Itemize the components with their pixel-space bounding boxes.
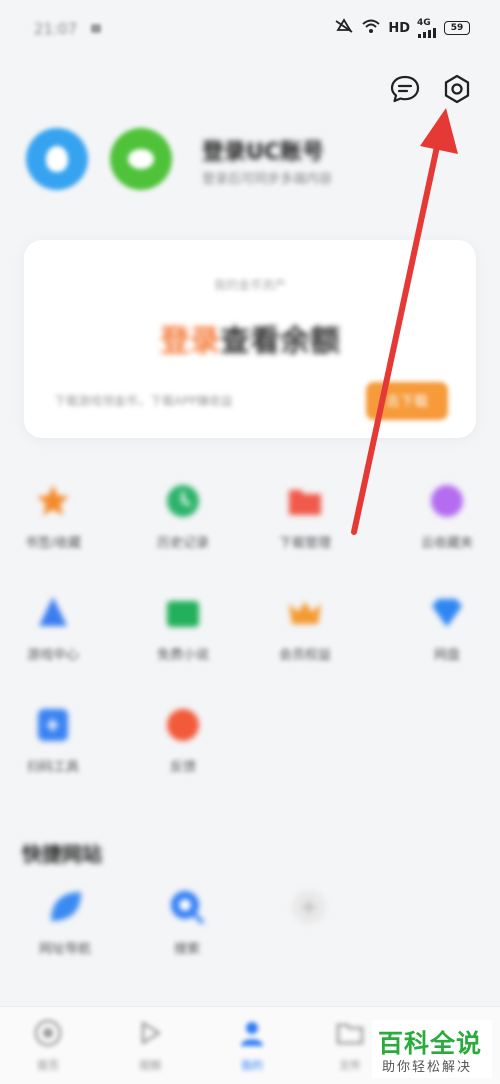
folder-icon — [336, 1019, 364, 1047]
quick-site-1[interactable]: 搜索 — [132, 888, 242, 968]
grid-item-9[interactable]: 反馈 — [128, 706, 238, 786]
diamond-icon — [428, 594, 466, 632]
grid-item-2[interactable]: 下载管理 — [250, 482, 360, 562]
grid-item-label: 游戏中心 — [26, 648, 79, 663]
grid-item-label: 反馈 — [169, 760, 196, 775]
grid-item-label: 云收藏夹 — [420, 536, 473, 551]
status-time: 21:07 — [34, 20, 78, 38]
signal-icon: 4G — [417, 17, 437, 38]
crown-icon — [286, 594, 324, 632]
login-subtitle: 登录后可同步多端内容 — [202, 172, 333, 187]
grid-item-8[interactable]: 扫码工具 — [0, 706, 108, 786]
star-icon — [34, 482, 72, 520]
grid-item-5[interactable]: 免费小说 — [128, 594, 238, 674]
signal-label: 4G — [417, 17, 431, 28]
watermark-subtitle: 助你轻松解决 — [382, 1060, 473, 1075]
grid-item-6[interactable]: 会员权益 — [250, 594, 360, 674]
grid-item-0[interactable]: 书签/收藏 — [0, 482, 108, 562]
circle-icon — [164, 706, 202, 744]
nav-item-1[interactable]: 视频 — [120, 1019, 180, 1077]
profile-login-area[interactable]: 登录UC账号 登录后可同步多端内容 — [26, 126, 476, 196]
login-title[interactable]: 登录UC账号 — [202, 134, 324, 166]
quick-site-label: 搜索 — [173, 942, 200, 957]
grid-item-label: 扫码工具 — [26, 760, 79, 775]
status-bar: 21:07 HD 4G 59 — [0, 0, 500, 60]
nav-item-label: 视频 — [139, 1059, 161, 1072]
grid-item-1[interactable]: 历史记录 — [128, 482, 238, 562]
add-quick-site-button[interactable] — [254, 888, 364, 968]
grid-item-label: 免费小说 — [156, 648, 209, 663]
balance-login-text[interactable]: 登录查看余额 — [24, 316, 476, 360]
nav-item-label: 我的 — [241, 1059, 263, 1072]
settings-button[interactable] — [440, 72, 474, 106]
grid-item-4[interactable]: 游戏中心 — [0, 594, 108, 674]
download-button[interactable]: 去下载 — [366, 382, 448, 420]
add-icon — [290, 888, 328, 926]
leaf-icon — [46, 888, 84, 926]
watermark-title: 百科全说 — [378, 1029, 483, 1058]
balance-caption: 我的金币资产 — [213, 278, 286, 292]
book-icon — [164, 594, 202, 632]
my-page-screen: 21:07 HD 4G 59 登录UC账号 登录后可同步多端内容 我的金币资产 … — [0, 0, 500, 1084]
battery-indicator: 59 — [444, 21, 470, 35]
nav-item-0[interactable]: 首页 — [18, 1019, 78, 1077]
game-icon — [34, 594, 72, 632]
nav-item-3[interactable]: 文件 — [320, 1019, 380, 1077]
grid-item-label: 会员权益 — [278, 648, 331, 663]
balance-card[interactable]: 我的金币资产 登录查看余额 下载游戏领金币，下载APP赚收益 去下载 — [24, 240, 476, 438]
hd-label: HD — [388, 20, 410, 36]
wifi-icon — [361, 18, 381, 38]
nav-item-label: 文件 — [339, 1059, 361, 1072]
grid-item-label: 历史记录 — [156, 536, 209, 551]
grid-item-label: 下载管理 — [278, 536, 331, 551]
chat-bubble-icon — [390, 75, 420, 103]
nav-item-2[interactable]: 我的 — [222, 1019, 282, 1077]
qq-login-button[interactable] — [26, 128, 88, 190]
balance-login-rest: 查看余额 — [220, 324, 340, 359]
download-folder-icon — [286, 482, 324, 520]
search-icon — [168, 888, 206, 926]
balance-login-accent: 登录 — [160, 324, 220, 359]
balance-footer-text: 下载游戏领金币，下载APP赚收益 — [54, 394, 233, 408]
mute-icon — [334, 18, 354, 38]
hexagon-gear-icon — [444, 74, 470, 104]
nav-item-label: 首页 — [37, 1059, 59, 1072]
wechat-login-button[interactable] — [110, 128, 172, 190]
grid-item-label: 书签/收藏 — [24, 536, 82, 551]
wechat-icon — [128, 149, 154, 169]
messages-button[interactable] — [388, 72, 422, 106]
play-icon — [136, 1019, 164, 1047]
grid-item-label: 网盘 — [433, 648, 460, 663]
grid-item-7[interactable]: 网盘 — [392, 594, 500, 674]
notification-icon — [91, 24, 101, 33]
cloud-icon — [428, 482, 466, 520]
grid-item-3[interactable]: 云收藏夹 — [392, 482, 500, 562]
watermark: 百科全说 助你轻松解决 — [372, 1020, 492, 1078]
status-indicators: HD 4G 59 — [334, 18, 470, 38]
home-icon — [34, 1019, 62, 1047]
clock-icon — [164, 482, 202, 520]
quick-site-0[interactable]: 网址导航 — [10, 888, 120, 968]
scan-icon — [34, 706, 72, 744]
person-icon — [238, 1019, 266, 1047]
qq-icon — [46, 146, 68, 172]
quick-site-label: 网址导航 — [38, 942, 91, 957]
quick-sites-title: 快捷网站 — [22, 842, 102, 866]
